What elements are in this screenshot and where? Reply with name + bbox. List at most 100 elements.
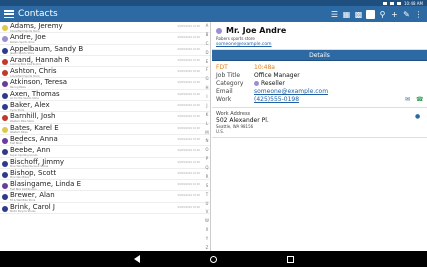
index-letter[interactable]: H [205,85,208,90]
index-letter[interactable]: F [206,67,208,72]
contact-row-company: Jasper Sports Store [10,52,34,56]
home-icon[interactable] [209,255,217,263]
contact-color-dot [2,25,8,31]
index-letter[interactable]: I [206,94,207,99]
contact-row[interactable]: Bischoff, Jimmy Mountain Bike Discount St… [0,158,210,169]
index-letter[interactable]: O [205,147,208,152]
contact-row[interactable]: Brewer, Alan Fit & Well Bike Store 09/09/2… [0,191,210,203]
index-letter[interactable]: Q [205,165,208,170]
index-letter[interactable]: W [205,218,209,223]
contact-row-date: 09/09/2016 10:00 [177,25,200,28]
contact-list: Adams, Jeremy Cloverfield Sports Store 09/… [0,22,211,251]
index-letter[interactable]: K [206,112,209,117]
contact-color-dot [2,183,8,190]
contact-row-date: 09/09/2016 10:00 [177,137,200,141]
index-letter[interactable]: M [205,130,208,135]
phone-icon[interactable]: ☎ [416,96,423,103]
index-letter[interactable]: U [206,201,209,206]
email-link[interactable]: someone@example.com [254,88,328,95]
contact-color-dot [2,92,8,99]
contact-color-dot [2,149,8,156]
contact-row[interactable]: Adams, Jeremy Cloverfield Sports Store 09/… [0,22,210,34]
contact-row[interactable]: Ashton, Chris Cloverfield Sports Store 09/… [0,67,210,79]
contact-row-date: 09/09/2016 10:00 [177,183,200,187]
edit-icon[interactable]: ✎ [402,10,411,19]
contact-row[interactable]: Arand, Hannah R Leading Bike Distributors… [0,56,210,68]
contact-row-company: Leading Bike Distributors [10,63,42,67]
contact-color-dot [2,115,8,122]
contact-header: Mr. Joe Andre Robers sports store someon… [212,22,427,50]
app-title: Contacts [18,9,58,19]
contact-row-date: 09/09/2016 10:00 [177,171,200,175]
contact-row[interactable]: Axen, Thomas Go for the Sports Store 09/09… [0,90,210,102]
index-letter[interactable]: X [206,227,209,232]
email-label: Email [216,88,233,95]
contact-row[interactable]: Bishop, Scott Mountain Bikes 09/09/2016 10… [0,169,210,181]
index-letter[interactable]: G [205,76,208,81]
contact-row[interactable]: Barnhill, Josh Western Bike Store 09/09/20… [0,112,210,124]
contact-row-date: 09/09/2016 10:00 [177,81,200,85]
status-time: 10:48 AM [404,0,423,6]
contact-row-company: Mountain Bike Discount Stores [10,165,49,169]
index-letter[interactable]: L [206,121,208,126]
index-letter[interactable]: Y [206,236,208,241]
index-letter[interactable]: S [206,183,209,188]
list-view-icon[interactable]: ☰ [330,10,339,19]
contact-color-dot [2,137,8,144]
toolbar: ☰ ▦ ▩ ⚲ + ✎ ⋮ [330,9,423,19]
selected-view-icon[interactable] [366,9,375,19]
contact-row-company: Robers Sports store [10,40,35,44]
contact-color-dot [2,36,8,43]
reseller-color-dot [254,81,259,86]
contact-color-dot [2,104,8,111]
contact-row[interactable]: Appelbaum, Sandy B Jasper Sports Store 09/… [0,45,210,56]
index-letter[interactable]: Z [206,245,209,250]
battery-icon [397,1,401,5]
index-letter[interactable]: D [205,50,208,55]
index-letter[interactable]: V [206,209,209,214]
index-letter[interactable]: P [206,156,208,161]
search-icon[interactable]: ⚲ [378,10,387,19]
index-letter[interactable]: A [206,23,209,28]
index-letter[interactable]: N [206,138,209,143]
message-icon[interactable]: ✉ [405,96,410,103]
contact-row[interactable]: Bates, Karel E Western Bikes 09/09/2016 10… [0,124,210,135]
contact-row[interactable]: Brink, Carol J Metro Bicycle Stores 09/09/… [0,203,210,215]
contact-row[interactable]: Bedecs, Anna Fast Bikes 09/09/2016 10:00 [0,135,210,147]
contact-row[interactable]: Baker, Alex Cycle Store 09/09/2016 10:00 [0,101,210,113]
contact-row-company: Racing Bikes [10,85,26,89]
index-letter[interactable]: C [206,41,209,46]
contact-color-dot [2,160,8,167]
work-phone-link[interactable]: (425)555-0198 [254,96,299,103]
alphabet-index[interactable]: ABCDEFGHIJKLMNOPQRSTUVWXYZ [203,22,211,251]
index-letter[interactable]: B [206,32,209,37]
contact-row-company: Fast Bike Distributors [10,187,37,191]
index-letter[interactable]: T [206,192,208,197]
contact-row-company: Fit & Well Bike Store [10,198,36,202]
index-letter[interactable]: R [206,174,209,179]
job-title-value: Office Manager [254,72,300,79]
contact-row-company: Metro Bicycle Stores [10,210,36,214]
details-section-header[interactable]: Details [212,50,427,61]
contact-row[interactable]: Atkinson, Teresa Racing Bikes 09/09/2016 1… [0,78,210,90]
recent-apps-icon[interactable] [286,255,294,263]
header-email-link[interactable]: someone@example.com [216,42,272,47]
contact-card-icon[interactable]: ▩ [354,10,363,19]
index-letter[interactable]: J [206,103,207,108]
add-button[interactable]: + [390,10,399,19]
contact-row-date: 09/09/2016 10:00 [177,47,200,51]
contact-row-date: 09/09/2016 10:00 [177,70,200,74]
contact-row[interactable]: Blasingame, Linda E Fast Bike Distributor… [0,180,210,192]
contact-row[interactable]: Andre, Joe Robers Sports store 09/09/2016 … [0,33,210,45]
index-letter[interactable]: E [206,59,209,64]
contact-color-dot [2,194,8,201]
contact-row[interactable]: Beebe, Ann Super Sporting Goods 09/09/2016… [0,146,210,158]
grid-view-icon[interactable]: ▦ [342,10,351,19]
hamburger-menu-icon[interactable] [4,10,14,18]
bluetooth-icon [383,1,387,5]
map-pin-icon[interactable]: ● [415,113,420,120]
back-icon[interactable] [133,255,140,263]
category-value: Reseller [261,80,285,87]
category-value-wrap[interactable]: Reseller [254,80,285,87]
overflow-menu-icon[interactable]: ⋮ [414,10,423,19]
